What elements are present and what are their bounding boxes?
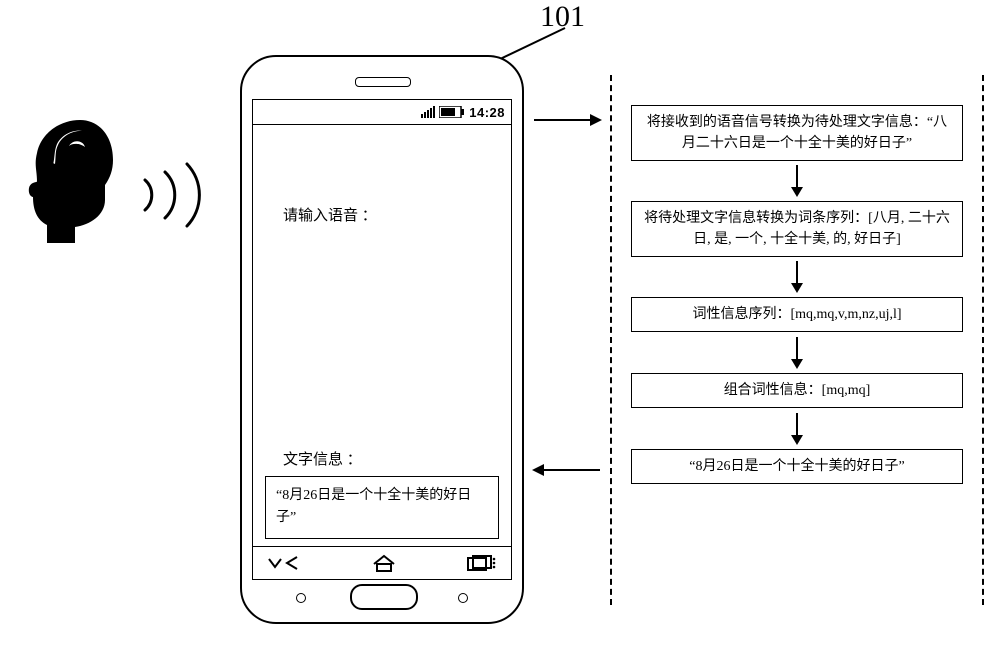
user-head-silhouette [25,115,125,245]
flow-step-4: 组合词性信息：[mq,mq] [631,373,963,408]
nav-home-button[interactable] [372,554,396,572]
phone-speaker [355,77,411,87]
flow-chart: 将接收到的语音信号转换为待处理文字信息：“八月二十六日是一个十全十美的好日子” … [610,75,984,605]
nav-bar [253,546,511,579]
nav-recent-button[interactable] [467,555,497,571]
sound-wave-icon [135,160,225,230]
flow-arrow-3 [787,337,807,369]
text-result-content: “8月26日是一个十全十美的好日子” [276,488,471,525]
flow-arrow-4 [787,413,807,445]
flow-arrow-1 [787,165,807,197]
phone-dot-right [458,593,468,603]
flow-step-5: “8月26日是一个十全十美的好日子” [631,449,963,484]
voice-input-prompt: 请输入语音 ： [283,204,377,225]
flow-step-5-text: “8月26日是一个十全十美的好日子” [689,459,904,474]
flow-step-2-text: 将待处理文字信息转换为词条序列：[八月, 二十六日, 是, 一个, 十全十美, … [644,211,950,247]
phone-home-button[interactable] [350,584,418,610]
arrow-flow-to-phone [532,460,602,480]
flow-step-1-text: 将接收到的语音信号转换为待处理文字信息：“八月二十六日是一个十全十美的好日子” [647,115,947,151]
text-result-box: “8月26日是一个十全十美的好日子” [265,476,499,539]
phone-screen: 14:28 请输入语音 ： 文字信息 ： “8月26日是一个十全十美的好日子” [252,99,512,580]
signal-icon [421,106,435,118]
battery-icon [439,106,465,118]
screen-body: 请输入语音 ： 文字信息 ： “8月26日是一个十全十美的好日子” [253,124,511,547]
nav-back-button[interactable] [267,555,301,571]
flow-arrow-2 [787,261,807,293]
flow-step-4-text: 组合词性信息：[mq,mq] [724,383,871,398]
text-info-label: 文字信息 ： [283,448,362,469]
phone-frame: 14:28 请输入语音 ： 文字信息 ： “8月26日是一个十全十美的好日子” [240,55,524,624]
flow-step-1: 将接收到的语音信号转换为待处理文字信息：“八月二十六日是一个十全十美的好日子” [631,105,963,161]
diagram-canvas: 101 [0,0,1000,649]
phone-dot-left [296,593,306,603]
flow-step-2: 将待处理文字信息转换为词条序列：[八月, 二十六日, 是, 一个, 十全十美, … [631,201,963,257]
status-clock: 14:28 [469,105,505,120]
arrow-phone-to-flow [532,110,602,130]
status-bar: 14:28 [253,100,511,125]
flow-step-3: 词性信息序列：[mq,mq,v,m,nz,uj,l] [631,297,963,332]
flow-step-3-text: 词性信息序列：[mq,mq,v,m,nz,uj,l] [692,307,901,322]
